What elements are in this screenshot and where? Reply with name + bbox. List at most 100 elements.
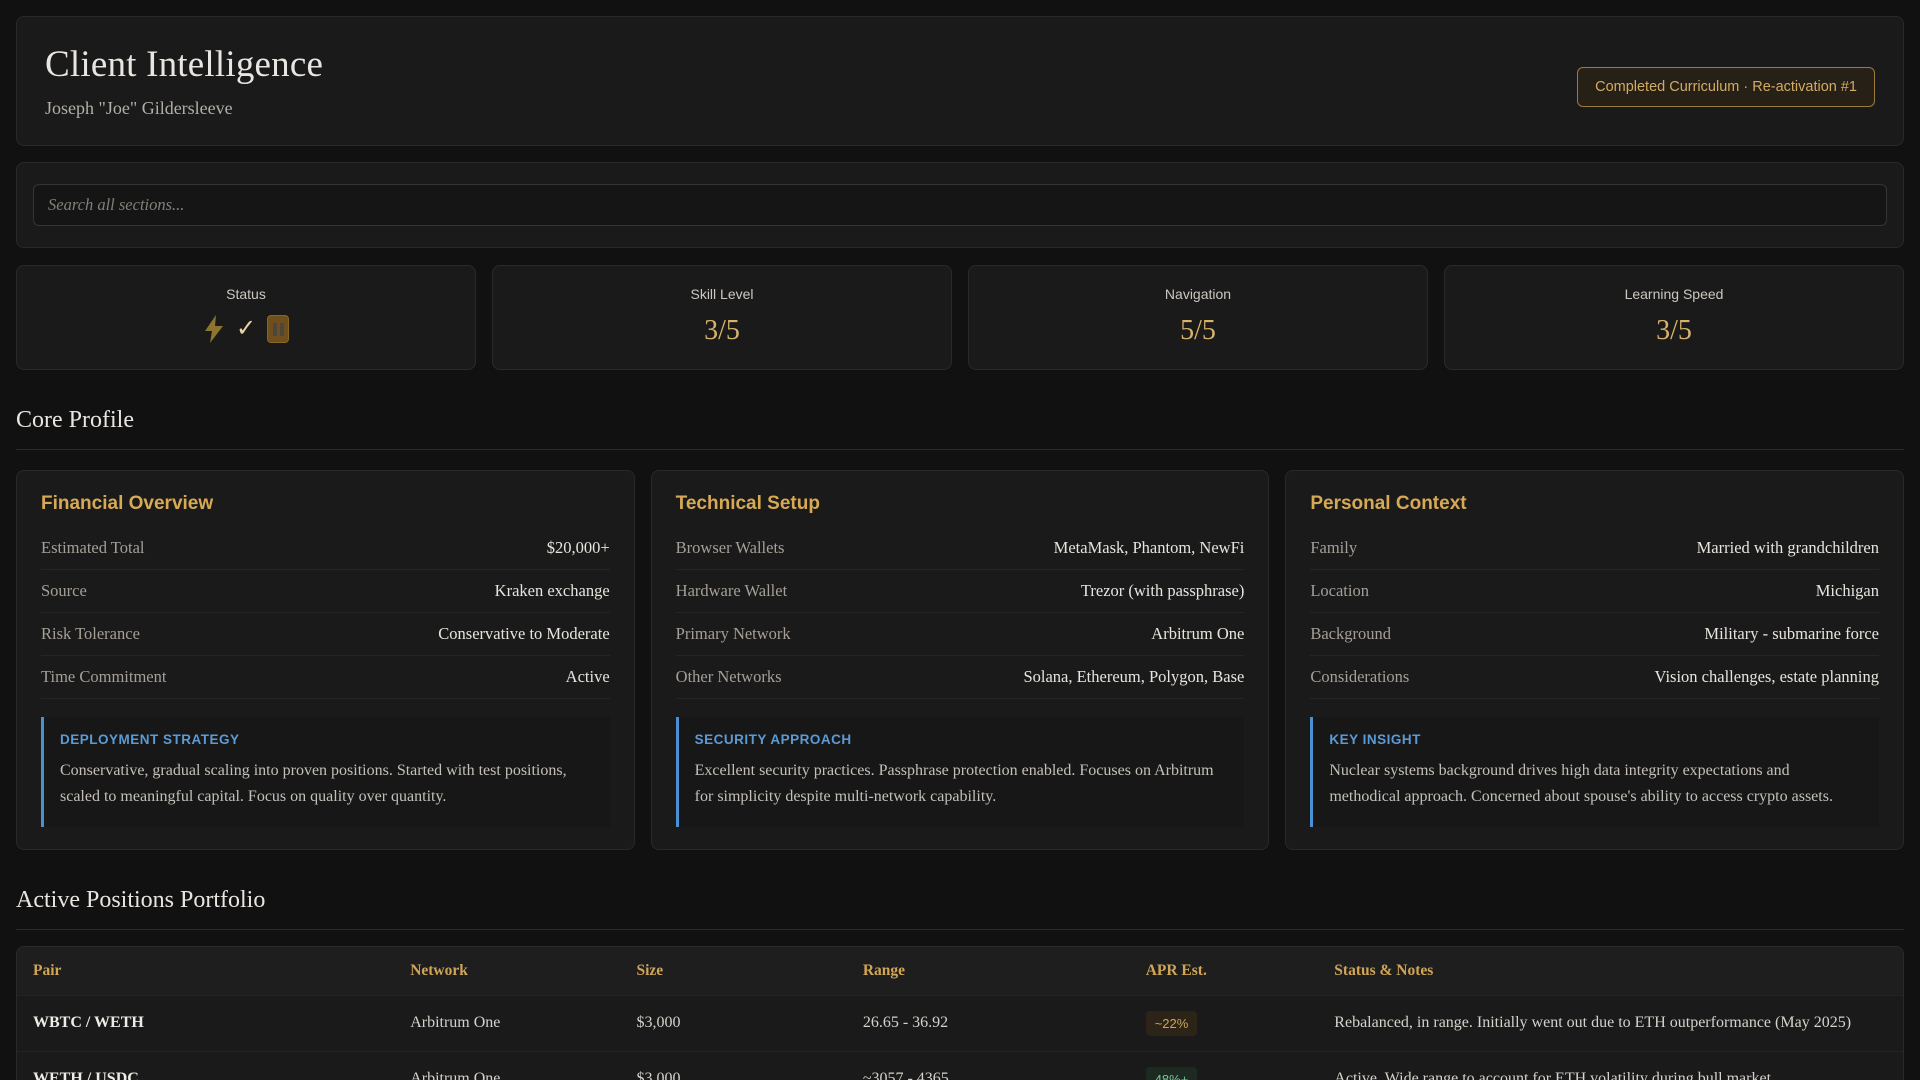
card-title: Technical Setup (675, 493, 820, 514)
kv-value: $20,000+ (546, 538, 610, 557)
search-input[interactable] (33, 184, 1887, 226)
kv-row: Location Michigan (1310, 570, 1879, 613)
col-header-network: Network (394, 946, 621, 996)
apr-badge: 48%+ (1145, 1066, 1198, 1080)
table-row[interactable]: WETH / USDC Arbitrum One $3,000 ~3057 - … (17, 1050, 1903, 1080)
callout-title: KEY INSIGHT (1329, 732, 1421, 747)
callout-body: Nuclear systems background drives high d… (1329, 762, 1833, 805)
kv-row: Browser Wallets MetaMask, Phantom, NewFi (675, 527, 1245, 570)
kv-value: Michigan (1815, 581, 1879, 600)
network-cell: Arbitrum One (394, 1050, 621, 1080)
callout-body: Excellent security practices. Passphrase… (694, 762, 1214, 805)
kv-label: Other Networks (675, 667, 782, 686)
size-cell: $3,000 (620, 1050, 847, 1080)
apr-badge: ~22% (1145, 1010, 1198, 1036)
col-header-pair: Pair (17, 946, 395, 996)
kv-label: Location (1310, 581, 1369, 600)
stat-value: 3/5 (1656, 315, 1692, 346)
range-cell: 26.65 - 36.92 (846, 994, 1130, 1052)
page-title: Client Intelligence (45, 44, 324, 85)
technical-setup-card: Technical Setup Browser Wallets MetaMask… (650, 470, 1270, 850)
kv-label: Browser Wallets (675, 538, 785, 557)
check-icon: ✓ (235, 316, 257, 342)
kv-row: Family Married with grandchildren (1310, 527, 1879, 570)
card-title: Financial Overview (41, 493, 214, 514)
portfolio-heading: Active Positions Portfolio (16, 887, 1904, 930)
stat-card-status: Status ✓ (16, 265, 476, 370)
kv-label: Considerations (1310, 667, 1410, 686)
kv-row: Risk Tolerance Conservative to Moderate (41, 613, 610, 656)
kv-value: Kraken exchange (494, 581, 610, 600)
size-cell: $3,000 (620, 994, 847, 1052)
kv-label: Risk Tolerance (41, 624, 140, 643)
stat-label: Status (226, 286, 266, 302)
pair-cell: WETH / USDC (17, 1050, 395, 1080)
stat-value: 5/5 (1180, 315, 1216, 346)
kv-label: Hardware Wallet (675, 581, 788, 600)
callout-body: Conservative, gradual scaling into prove… (60, 762, 567, 805)
kv-label: Background (1310, 624, 1391, 643)
core-profile-heading: Core Profile (16, 407, 1904, 450)
stat-label: Skill Level (690, 286, 754, 302)
apr-cell: ~22% (1129, 994, 1319, 1052)
card-title: Personal Context (1310, 493, 1467, 514)
col-header-range: Range (846, 946, 1130, 996)
kv-value: Active (565, 667, 610, 686)
pause-icon (267, 315, 290, 343)
status-badge: Completed Curriculum · Re-activation #1 (1577, 67, 1875, 107)
financial-overview-card: Financial Overview Estimated Total $20,0… (16, 470, 635, 850)
search-section (16, 162, 1904, 248)
notes-cell: Rebalanced, in range. Initially went out… (1318, 994, 1903, 1052)
col-header-notes: Status & Notes (1318, 946, 1903, 996)
kv-row: Time Commitment Active (41, 656, 610, 699)
kv-label: Family (1310, 538, 1358, 557)
kv-label: Source (41, 581, 87, 600)
kv-value: Conservative to Moderate (438, 624, 610, 643)
client-name: Joseph "Joe" Gildersleeve (45, 98, 233, 118)
network-cell: Arbitrum One (394, 994, 621, 1052)
kv-row: Source Kraken exchange (41, 570, 610, 613)
kv-value: Married with grandchildren (1696, 538, 1879, 557)
kv-row: Primary Network Arbitrum One (675, 613, 1245, 656)
callout-title: DEPLOYMENT STRATEGY (60, 732, 240, 747)
client-intelligence-page: Client Intelligence Joseph "Joe" Gilders… (0, 0, 1920, 1080)
page-header: Client Intelligence Joseph "Joe" Gilders… (16, 16, 1904, 146)
stat-label: Learning Speed (1624, 286, 1724, 302)
kv-row: Considerations Vision challenges, estate… (1310, 656, 1879, 699)
core-profile-grid: Financial Overview Estimated Total $20,0… (16, 470, 1904, 850)
col-header-apr: APR Est. (1129, 946, 1319, 996)
key-insight-callout: KEY INSIGHT Nuclear systems background d… (1310, 717, 1879, 827)
stat-value: 3/5 (704, 315, 740, 346)
table-row[interactable]: WBTC / WETH Arbitrum One $3,000 26.65 - … (17, 994, 1903, 1052)
kv-label: Primary Network (675, 624, 791, 643)
portfolio-table-card: Pair Network Size Range APR Est. Status … (16, 945, 1904, 1080)
stat-card-navigation: Navigation 5/5 (968, 265, 1428, 370)
kv-value: Military - submarine force (1704, 624, 1879, 643)
col-header-size: Size (620, 946, 847, 996)
status-icons: ✓ (33, 313, 459, 345)
stat-card-learning-speed: Learning Speed 3/5 (1444, 265, 1904, 370)
header-titles: Client Intelligence Joseph "Joe" Gilders… (45, 43, 323, 119)
personal-context-card: Personal Context Family Married with gra… (1285, 470, 1904, 850)
table-header-row: Pair Network Size Range APR Est. Status … (17, 946, 1903, 996)
kv-value: Trezor (with passphrase) (1080, 581, 1245, 600)
kv-label: Estimated Total (41, 538, 145, 557)
positions-table: Pair Network Size Range APR Est. Status … (17, 946, 1903, 1080)
kv-value: Solana, Ethereum, Polygon, Base (1023, 667, 1245, 686)
deployment-strategy-callout: DEPLOYMENT STRATEGY Conservative, gradua… (41, 717, 610, 827)
apr-cell: 48%+ (1129, 1050, 1319, 1080)
callout-title: SECURITY APPROACH (694, 732, 852, 747)
kv-value: MetaMask, Phantom, NewFi (1053, 538, 1245, 557)
notes-cell: Active. Wide range to account for ETH vo… (1318, 1050, 1903, 1080)
kv-row: Other Networks Solana, Ethereum, Polygon… (675, 656, 1245, 699)
pair-cell: WBTC / WETH (17, 994, 395, 1052)
kv-row: Hardware Wallet Trezor (with passphrase) (675, 570, 1245, 613)
stat-label: Navigation (1164, 286, 1232, 302)
kv-value: Vision challenges, estate planning (1654, 667, 1879, 686)
kv-label: Time Commitment (41, 667, 167, 686)
security-approach-callout: SECURITY APPROACH Excellent security pra… (675, 717, 1245, 827)
kv-row: Estimated Total $20,000+ (41, 527, 610, 570)
stat-card-skill-level: Skill Level 3/5 (492, 265, 952, 370)
kv-value: Arbitrum One (1151, 624, 1245, 643)
range-cell: ~3057 - 4365 (846, 1050, 1130, 1080)
